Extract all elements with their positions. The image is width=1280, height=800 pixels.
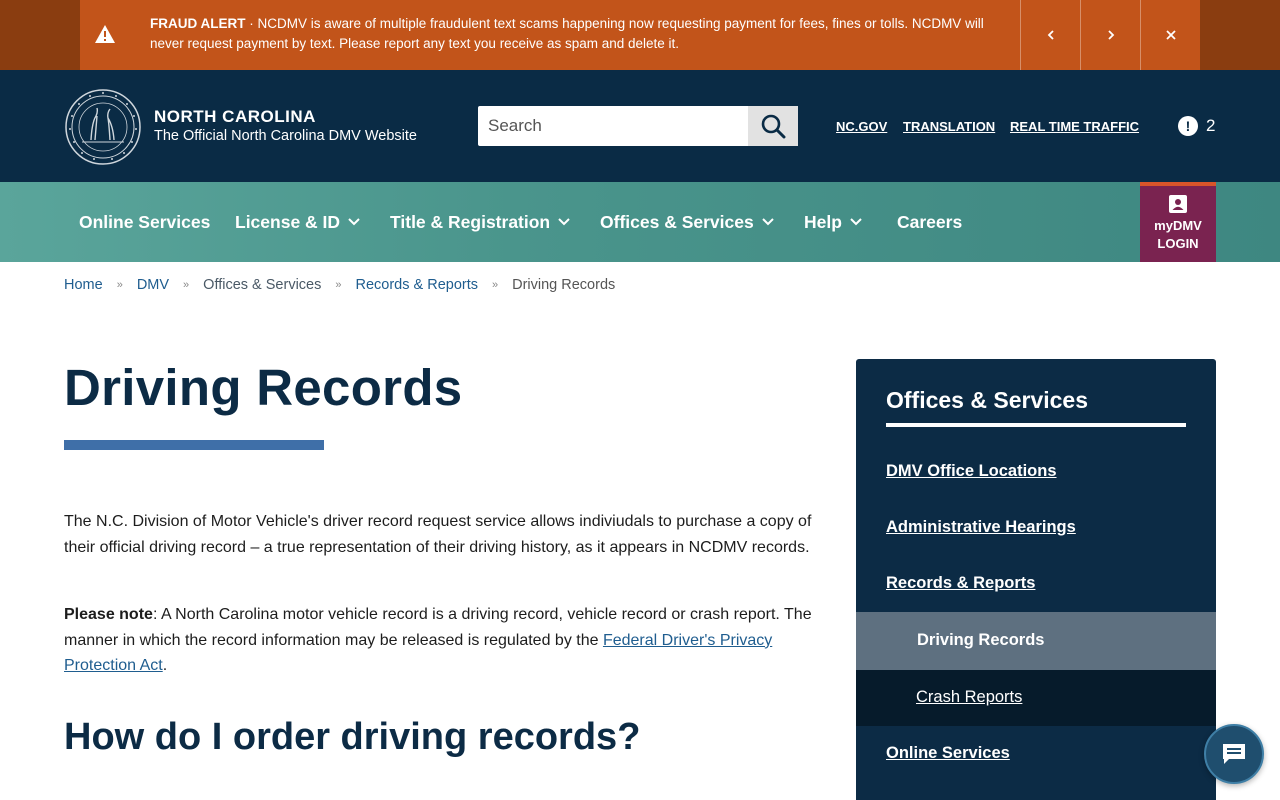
breadcrumb-offices-services[interactable]: Offices & Services bbox=[203, 277, 321, 293]
nc-state-seal-logo[interactable] bbox=[64, 88, 142, 166]
breadcrumb-current-page: Driving Records bbox=[512, 277, 616, 293]
sidebar-item-dmv-office-locations[interactable]: DMV Office Locations bbox=[886, 462, 1057, 481]
chevron-down-icon bbox=[761, 218, 774, 226]
site-header: NORTH CAROLINA The Official North Caroli… bbox=[0, 70, 1280, 182]
chevron-down-icon bbox=[348, 218, 360, 226]
chat-button[interactable] bbox=[1204, 724, 1264, 784]
fraud-alert-separator: · bbox=[245, 16, 258, 31]
user-badge-icon bbox=[1169, 195, 1187, 213]
site-brand-name[interactable]: NORTH CAROLINA bbox=[154, 107, 316, 127]
breadcrumb-separator: » bbox=[492, 279, 499, 291]
breadcrumb-separator: » bbox=[335, 279, 342, 291]
mydmv-label: myDMV bbox=[1154, 218, 1202, 233]
site-brand-subtitle[interactable]: The Official North Carolina DMV Website bbox=[154, 128, 417, 144]
search-icon bbox=[761, 114, 786, 139]
chevron-right-icon bbox=[1107, 30, 1114, 40]
fraud-alert-label: FRAUD ALERT bbox=[150, 16, 246, 31]
nav-item-online-services[interactable]: Online Services bbox=[79, 182, 210, 262]
nav-item-title-registration[interactable]: Title & Registration bbox=[390, 182, 570, 262]
breadcrumb-records-reports[interactable]: Records & Reports bbox=[356, 277, 479, 293]
sidebar-title-rule bbox=[886, 423, 1186, 427]
nav-item-label: Help bbox=[804, 211, 842, 232]
fraud-alert-message: NCDMV is aware of multiple fraudulent te… bbox=[150, 16, 984, 51]
breadcrumb-dmv[interactable]: DMV bbox=[137, 277, 169, 293]
header-link-ncgov[interactable]: NC.GOV bbox=[836, 119, 887, 134]
nav-item-label: Online Services bbox=[79, 211, 211, 232]
breadcrumb: Home » DMV » Offices & Services » Record… bbox=[64, 277, 615, 293]
nav-item-label: Offices & Services bbox=[600, 211, 754, 232]
close-icon bbox=[1165, 30, 1176, 40]
mydmv-login-button[interactable]: myDMV LOGIN bbox=[1140, 182, 1216, 262]
search-form bbox=[478, 106, 798, 146]
search-button[interactable] bbox=[748, 106, 798, 146]
breadcrumb-home[interactable]: Home bbox=[64, 277, 103, 293]
chevron-down-icon bbox=[850, 218, 862, 226]
alerts-count: 2 bbox=[1206, 116, 1216, 135]
chevron-left-icon bbox=[1047, 30, 1054, 40]
mydmv-login-label: LOGIN bbox=[1157, 236, 1199, 251]
warning-triangle-icon bbox=[94, 24, 116, 44]
sidebar-item-crash-reports[interactable]: Crash Reports bbox=[856, 670, 1216, 726]
sidebar-item-driving-records[interactable]: Driving Records bbox=[856, 612, 1216, 670]
nav-item-license-id[interactable]: License & ID bbox=[235, 182, 360, 262]
header-link-real-time-traffic[interactable]: REAL TIME TRAFFIC bbox=[1010, 119, 1139, 134]
fraud-alert-banner: FRAUD ALERT · NCDMV is aware of multiple… bbox=[0, 0, 1280, 70]
intro-paragraph: The N.C. Division of Motor Vehicle's dri… bbox=[64, 513, 812, 556]
sidebar-item-records-reports[interactable]: Records & Reports bbox=[886, 574, 1035, 593]
chevron-down-icon bbox=[558, 218, 570, 226]
sidebar-item-online-services[interactable]: Online Services bbox=[886, 744, 1010, 763]
nav-item-careers[interactable]: Careers bbox=[897, 182, 962, 262]
alerts-indicator[interactable]: ! 2 bbox=[1178, 116, 1215, 136]
alert-prev-button[interactable] bbox=[1020, 0, 1080, 70]
breadcrumb-separator: » bbox=[183, 279, 190, 291]
note-end: . bbox=[162, 657, 168, 674]
alert-exclamation-icon: ! bbox=[1178, 116, 1198, 136]
chat-bubble-icon bbox=[1223, 744, 1245, 764]
nav-item-offices-services[interactable]: Offices & Services bbox=[600, 182, 774, 262]
fraud-alert-text: FRAUD ALERT · NCDMV is aware of multiple… bbox=[150, 14, 1010, 54]
note-label: Please note bbox=[64, 606, 153, 623]
sidebar-active-label: Driving Records bbox=[917, 631, 1045, 649]
section-sidebar-menu: Offices & Services DMV Office Locations … bbox=[856, 359, 1216, 800]
note-paragraph: Please note: A North Carolina motor vehi… bbox=[64, 602, 812, 679]
fraud-alert-content: FRAUD ALERT · NCDMV is aware of multiple… bbox=[80, 0, 1200, 70]
sidebar-item-administrative-hearings[interactable]: Administrative Hearings bbox=[886, 518, 1076, 537]
nav-item-label: Title & Registration bbox=[390, 211, 551, 232]
page-title: Driving Records bbox=[64, 359, 463, 416]
sidebar-title: Offices & Services bbox=[886, 387, 1089, 413]
alert-next-button[interactable] bbox=[1080, 0, 1140, 70]
nav-item-label: Careers bbox=[897, 211, 963, 232]
search-input[interactable] bbox=[478, 106, 748, 146]
section-heading-how-to-order: How do I order driving records? bbox=[64, 716, 641, 758]
header-link-translation[interactable]: TRANSLATION bbox=[903, 119, 995, 134]
main-navigation: Online Services License & ID Title & Reg… bbox=[0, 182, 1280, 262]
alert-close-button[interactable] bbox=[1140, 0, 1200, 70]
nav-item-help[interactable]: Help bbox=[804, 182, 862, 262]
nav-item-label: License & ID bbox=[235, 211, 341, 232]
breadcrumb-separator: » bbox=[116, 279, 123, 291]
sidebar-sub-label: Crash Reports bbox=[916, 688, 1023, 706]
title-underline-bar bbox=[64, 440, 324, 450]
